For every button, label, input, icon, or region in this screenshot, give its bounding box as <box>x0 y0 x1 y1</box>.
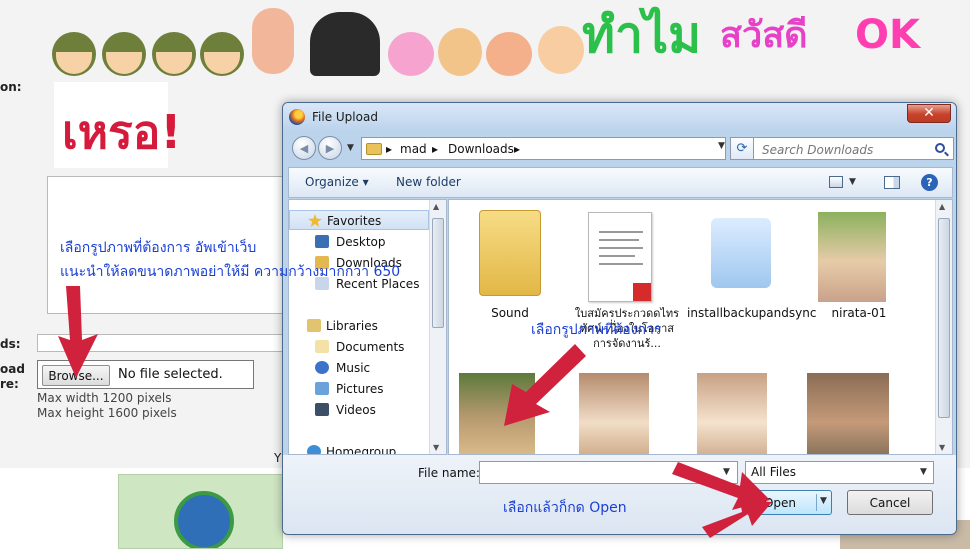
annotation-resize-advice: แนะนำให้ลดขนาดภาพอย่าให้มี ความกว้างมากก… <box>60 264 401 280</box>
annotation-arrow-photo <box>504 344 586 426</box>
annotation-choose-image: เลือกรูปภาพที่ต้องการ <box>531 322 662 338</box>
annotation-arrow-browse <box>58 286 98 378</box>
annotation-press-open: เลือกแล้วก็กด Open <box>503 500 627 516</box>
annotation-choose-image-upload: เลือกรูปภาพที่ต้องการ อัพเข้าเว็บ <box>60 240 257 256</box>
